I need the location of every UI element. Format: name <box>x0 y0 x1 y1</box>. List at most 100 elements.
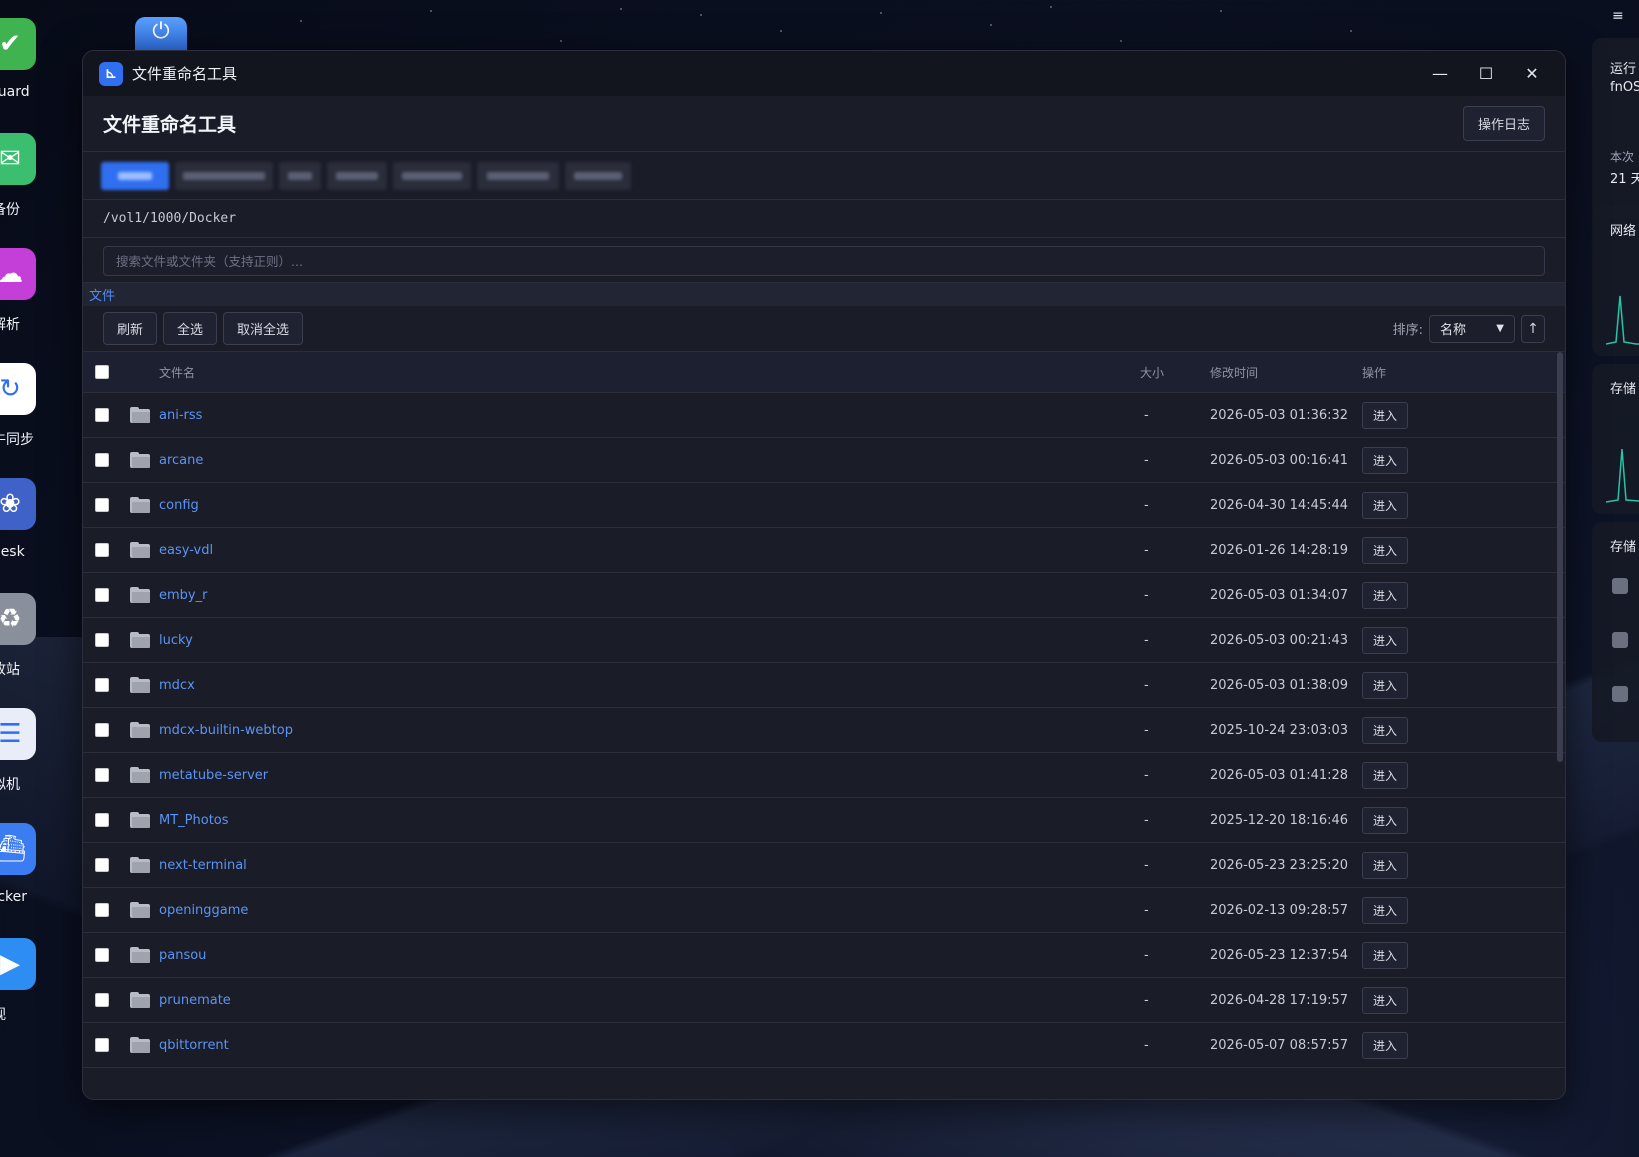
table-row[interactable]: openinggame - 2026-02-13 09:28:57 进入 <box>83 888 1565 933</box>
table-row[interactable]: emby_r - 2026-05-03 01:34:07 进入 <box>83 573 1565 618</box>
row-checkbox[interactable] <box>95 768 109 782</box>
row-checkbox[interactable] <box>95 993 109 1007</box>
tab-blurred-4[interactable] <box>327 161 387 190</box>
breadcrumb-item-files[interactable]: 文件 <box>89 285 115 304</box>
file-name-link[interactable]: emby_r <box>159 588 207 603</box>
row-checkbox[interactable] <box>95 408 109 422</box>
row-checkbox[interactable] <box>95 498 109 512</box>
file-name-link[interactable]: MT_Photos <box>159 813 229 828</box>
select-all-checkbox[interactable] <box>95 365 109 379</box>
column-header-name[interactable]: 文件名 <box>159 364 1114 381</box>
table-row[interactable]: lucky - 2026-05-03 00:21:43 进入 <box>83 618 1565 663</box>
desktop-icon[interactable]: ▶ 影视 <box>0 938 70 1024</box>
row-checkbox[interactable] <box>95 1038 109 1052</box>
sort-select[interactable]: 名称 ▼ <box>1429 314 1515 343</box>
desktop-icon[interactable]: ⛴ Docker <box>0 823 70 905</box>
enter-folder-button[interactable]: 进入 <box>1362 671 1409 699</box>
enter-folder-button[interactable]: 进入 <box>1362 806 1409 834</box>
refresh-button[interactable]: 刷新 <box>103 312 158 345</box>
file-name-link[interactable]: metatube-server <box>159 768 268 783</box>
table-row[interactable]: easy-vdl - 2026-01-26 14:28:19 进入 <box>83 528 1565 573</box>
tab-blurred-7[interactable] <box>565 161 631 190</box>
row-checkbox[interactable] <box>95 453 109 467</box>
file-name-link[interactable]: qbittorrent <box>159 1038 229 1053</box>
table-row[interactable]: MT_Photos - 2025-12-20 18:16:46 进入 <box>83 798 1565 843</box>
file-name-link[interactable]: easy-vdl <box>159 543 213 558</box>
enter-folder-button[interactable]: 进入 <box>1362 851 1409 879</box>
enter-folder-button[interactable]: 进入 <box>1362 1031 1409 1059</box>
enter-folder-button[interactable]: 进入 <box>1362 581 1409 609</box>
enter-folder-button[interactable]: 进入 <box>1362 401 1409 429</box>
file-name-link[interactable]: mdcx-builtin-webtop <box>159 723 293 738</box>
desktop-icon[interactable]: ☰ 虚拟机 <box>0 708 70 794</box>
enter-folder-button[interactable]: 进入 <box>1362 896 1409 924</box>
desktop-icon-label: 影视 <box>0 1004 70 1024</box>
row-checkbox[interactable] <box>95 948 109 962</box>
desktop-icon[interactable]: ♻ 回收站 <box>0 593 70 679</box>
row-checkbox[interactable] <box>95 858 109 872</box>
tab-blurred-1[interactable] <box>101 161 169 190</box>
row-checkbox[interactable] <box>95 678 109 692</box>
desktop-icon-label: 虚拟机 <box>0 777 20 793</box>
close-button[interactable]: ✕ <box>1509 51 1555 96</box>
search-input[interactable] <box>103 246 1545 276</box>
table-scrollbar[interactable] <box>1557 352 1563 762</box>
table-row[interactable]: pansou - 2026-05-23 12:37:54 进入 <box>83 933 1565 978</box>
desktop-icon[interactable]: ✔ dGuard <box>0 18 70 100</box>
table-row[interactable]: ani-rss - 2026-05-03 01:36:32 进入 <box>83 393 1565 438</box>
desktop-icon[interactable]: ✉ 微备份 <box>0 133 70 219</box>
file-name-link[interactable]: prunemate <box>159 993 231 1008</box>
row-checkbox[interactable] <box>95 633 109 647</box>
tab-blurred-5[interactable] <box>393 161 471 190</box>
enter-folder-button[interactable]: 进入 <box>1362 536 1409 564</box>
menu-icon[interactable]: ≡ <box>1612 8 1624 24</box>
select-all-button[interactable]: 全选 <box>163 312 218 345</box>
file-name-link[interactable]: mdcx <box>159 678 195 693</box>
row-checkbox[interactable] <box>95 813 109 827</box>
desktop-icon[interactable]: ☁ 轻解析 <box>0 248 70 334</box>
table-row[interactable]: next-terminal - 2026-05-23 23:25:20 进入 <box>83 843 1565 888</box>
file-name-link[interactable]: config <box>159 498 199 513</box>
widget-storage-label-1: 存储 <box>1610 382 1637 397</box>
table-row[interactable]: arcane - 2026-05-03 00:16:41 进入 <box>83 438 1565 483</box>
file-name-link[interactable]: next-terminal <box>159 858 247 873</box>
sort-direction-button[interactable]: ↑ <box>1521 314 1545 343</box>
column-header-size[interactable]: 大小 <box>1114 364 1209 381</box>
table-row[interactable]: config - 2026-04-30 14:45:44 进入 <box>83 483 1565 528</box>
deselect-all-button[interactable]: 取消全选 <box>223 312 304 345</box>
tab-blurred-2[interactable] <box>175 161 273 190</box>
enter-folder-button[interactable]: 进入 <box>1362 761 1409 789</box>
desktop-icon[interactable]: ❀ fndesk <box>0 478 70 560</box>
tab-blurred-6[interactable] <box>477 161 559 190</box>
file-name-link[interactable]: arcane <box>159 453 203 468</box>
table-row[interactable]: prunemate - 2026-04-28 17:19:57 进入 <box>83 978 1565 1023</box>
table-row[interactable]: mdcx - 2026-05-03 01:38:09 进入 <box>83 663 1565 708</box>
power-app-icon[interactable]: ⏻ <box>135 17 187 51</box>
minimize-button[interactable]: — <box>1417 51 1463 96</box>
operation-log-button[interactable]: 操作日志 <box>1462 106 1545 141</box>
table-row[interactable]: mdcx-builtin-webtop - 2025-10-24 23:03:03 进… <box>83 708 1565 753</box>
enter-folder-button[interactable]: 进入 <box>1362 716 1409 744</box>
table-row[interactable]: metatube-server - 2026-05-03 01:41:28 进入 <box>83 753 1565 798</box>
file-name-link[interactable]: ani-rss <box>159 408 202 423</box>
widget-uptime-value: 21 天 <box>1610 172 1639 187</box>
file-modified: 2026-04-30 14:45:44 <box>1210 497 1349 513</box>
tab-blurred-3[interactable] <box>279 161 321 190</box>
enter-folder-button[interactable]: 进入 <box>1362 446 1409 474</box>
enter-folder-button[interactable]: 进入 <box>1362 986 1409 1014</box>
file-name-link[interactable]: openinggame <box>159 903 248 918</box>
enter-folder-button[interactable]: 进入 <box>1362 626 1409 654</box>
window-titlebar[interactable]: ⊾ 文件重命名工具 — ☐ ✕ <box>83 51 1565 96</box>
maximize-button[interactable]: ☐ <box>1463 51 1509 96</box>
row-checkbox[interactable] <box>95 543 109 557</box>
column-header-modified[interactable]: 修改时间 <box>1209 364 1362 381</box>
enter-folder-button[interactable]: 进入 <box>1362 941 1409 969</box>
file-name-link[interactable]: lucky <box>159 633 193 648</box>
table-row[interactable]: qbittorrent - 2026-05-07 08:57:57 进入 <box>83 1023 1565 1068</box>
desktop-icon[interactable]: ↻ 飞牛同步 <box>0 363 70 449</box>
row-checkbox[interactable] <box>95 588 109 602</box>
row-checkbox[interactable] <box>95 903 109 917</box>
enter-folder-button[interactable]: 进入 <box>1362 491 1409 519</box>
row-checkbox[interactable] <box>95 723 109 737</box>
file-name-link[interactable]: pansou <box>159 948 206 963</box>
